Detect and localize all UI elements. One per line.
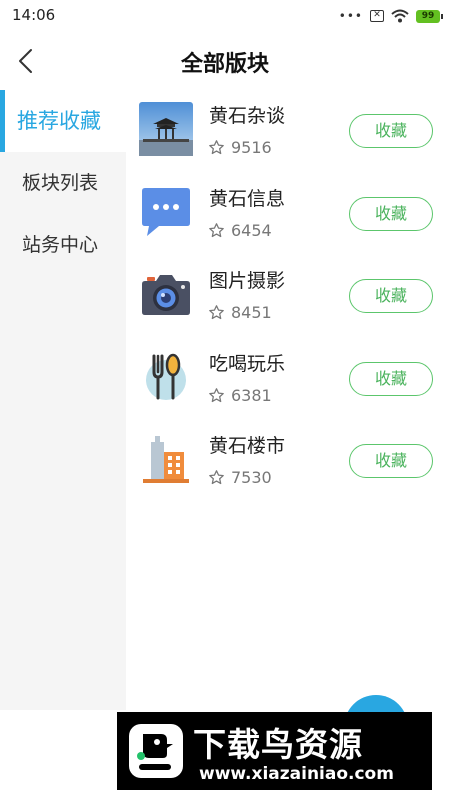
fork-spoon-icon — [146, 353, 186, 400]
watermark-url: www.xiazainiao.com — [199, 764, 394, 784]
favorite-count: 9516 — [231, 138, 272, 157]
buildings-icon — [143, 436, 189, 483]
star-icon — [209, 387, 224, 402]
forum-row[interactable]: 图片摄影 8451 收藏 — [126, 255, 450, 338]
favorite-count: 8451 — [231, 303, 272, 322]
forum-stats: 8451 — [208, 303, 272, 322]
watermark-banner: 下载鸟资源 www.xiazainiao.com — [117, 712, 432, 790]
sidebar: 推荐收藏 板块列表 站务中心 — [0, 90, 126, 710]
bird-logo-icon — [129, 724, 183, 778]
camera-icon — [142, 275, 190, 315]
favorite-count: 7530 — [231, 468, 272, 487]
forum-stats: 6381 — [208, 386, 272, 405]
watermark-title: 下载鸟资源 — [193, 725, 363, 764]
forum-row[interactable]: 黄石杂谈 9516 收藏 — [126, 90, 450, 173]
status-icons: ••• ✕ 99 — [338, 7, 443, 25]
status-bar: 14:06 ••• ✕ 99 — [0, 0, 450, 32]
favorite-button[interactable]: 收藏 — [349, 444, 433, 478]
favorite-count: 6454 — [231, 220, 272, 240]
favorite-button[interactable]: 收藏 — [349, 114, 433, 148]
no-sim-icon: ✕ — [370, 10, 384, 22]
battery-icon: 99 — [416, 9, 443, 23]
sidebar-item-site-center[interactable]: 站务中心 — [0, 214, 126, 276]
forum-name: 黄石杂谈 — [209, 105, 286, 127]
wifi-icon — [391, 9, 409, 23]
star-icon — [209, 305, 224, 320]
message-bubble-icon — [139, 184, 193, 239]
pavilion-photo-icon — [139, 102, 193, 156]
forum-stats: 9516 — [208, 138, 272, 157]
forum-stats: 6454 — [208, 221, 272, 240]
favorite-button[interactable]: 收藏 — [349, 279, 433, 313]
header: 全部版块 — [0, 32, 450, 88]
forum-name: 黄石楼市 — [209, 435, 286, 457]
page-title: 全部版块 — [180, 52, 269, 77]
star-icon — [209, 470, 224, 485]
forum-stats: 7530 — [208, 468, 272, 487]
forum-name: 黄石信息 — [209, 187, 286, 210]
forum-name: 吃喝玩乐 — [209, 352, 286, 375]
sidebar-item-forum-list[interactable]: 板块列表 — [0, 152, 126, 214]
forum-row[interactable]: 黄石楼市 7530 收藏 — [126, 420, 450, 503]
favorite-button[interactable]: 收藏 — [349, 196, 433, 231]
status-time: 14:06 — [12, 6, 56, 24]
favorite-count: 6381 — [231, 385, 272, 405]
forum-name: 图片摄影 — [209, 270, 286, 292]
forum-list: 黄石杂谈 9516 收藏 黄石信息 6454 收藏 图片摄影 8451 收藏 吃… — [126, 90, 450, 503]
favorite-button[interactable]: 收藏 — [349, 361, 433, 396]
star-icon — [209, 140, 224, 155]
sidebar-item-recommended[interactable]: 推荐收藏 — [0, 90, 126, 152]
star-icon — [209, 222, 224, 237]
forum-row[interactable]: 黄石信息 6454 收藏 — [126, 173, 450, 256]
more-notifications-icon: ••• — [338, 9, 363, 23]
forum-row[interactable]: 吃喝玩乐 6381 收藏 — [126, 338, 450, 421]
